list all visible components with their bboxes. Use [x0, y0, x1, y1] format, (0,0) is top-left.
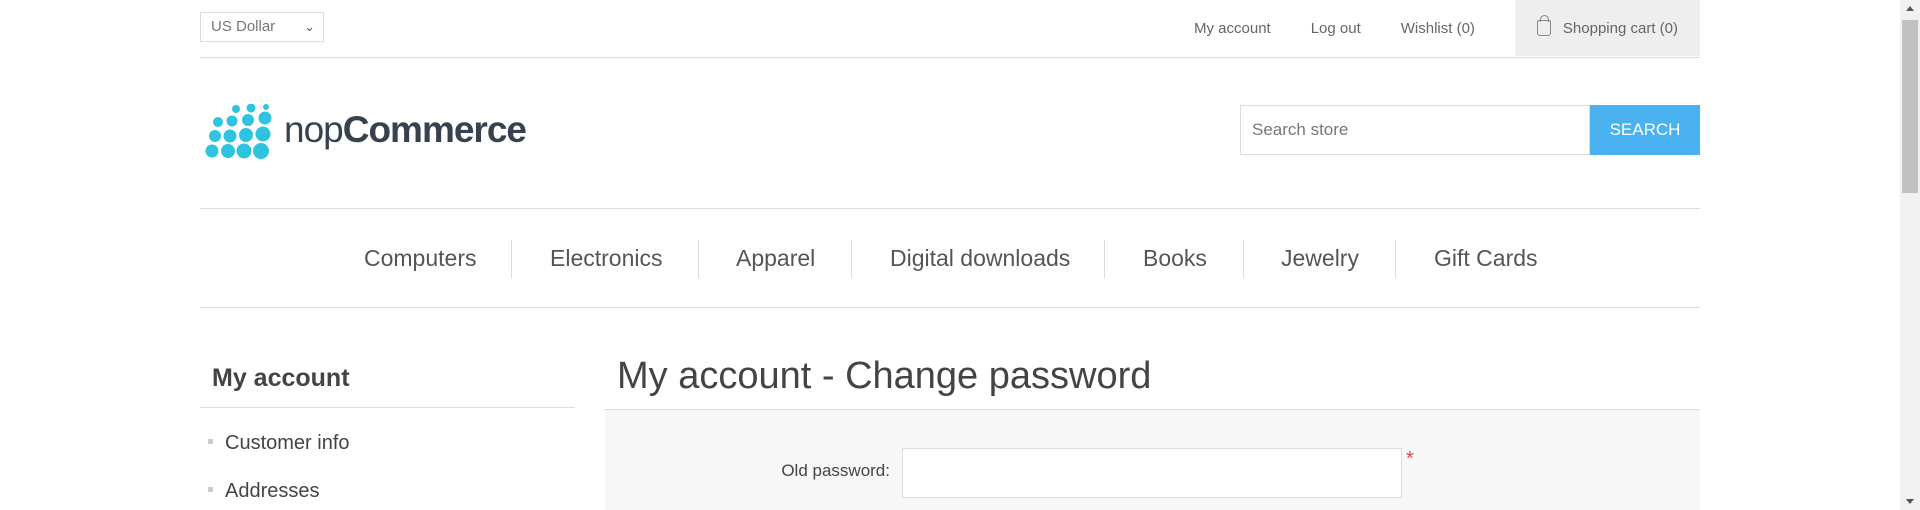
scroll-down-arrow-icon[interactable]: [1906, 499, 1914, 504]
sidebar-item-label: Customer info: [225, 432, 350, 454]
currency-select[interactable]: US Dollar ⌄: [200, 12, 324, 42]
menu-item-apparel[interactable]: Apparel: [736, 209, 815, 309]
scroll-up-arrow-icon[interactable]: [1906, 6, 1914, 11]
logo-text-bold: Commerce: [342, 109, 527, 150]
menu-item-jewelry[interactable]: Jewelry: [1281, 209, 1359, 309]
logo-dots-icon: [205, 104, 272, 159]
chevron-down-icon: ⌄: [304, 19, 315, 34]
search-button[interactable]: SEARCH: [1590, 105, 1700, 155]
sidebar-item-label: Addresses: [225, 480, 320, 502]
header-upper: US Dollar ⌄ My account Log out Wishlist …: [200, 0, 1700, 58]
cart-icon: [1536, 15, 1551, 36]
menu-item-gift-cards[interactable]: Gift Cards: [1434, 209, 1538, 309]
currency-value: US Dollar: [211, 18, 276, 35]
menu-divider: [1243, 240, 1244, 278]
bullet-icon: [208, 487, 213, 493]
menu-item-electronics[interactable]: Electronics: [550, 209, 662, 309]
menu-divider: [511, 240, 512, 278]
menu-divider: [1104, 240, 1105, 278]
menu-divider: [1395, 240, 1396, 278]
search-input[interactable]: [1240, 105, 1590, 155]
bullet-icon: [208, 439, 213, 445]
header-links: My account Log out Wishlist (0) Shopping…: [1194, 0, 1700, 56]
log-out-link[interactable]: Log out: [1311, 20, 1361, 37]
page-title: My account - Change password: [605, 352, 1700, 410]
old-password-input[interactable]: [902, 448, 1402, 498]
logo-text-light: nop: [284, 109, 344, 150]
shopping-cart-label: Shopping cart (0): [1562, 19, 1678, 37]
menu-item-books[interactable]: Books: [1143, 209, 1207, 309]
page-scrollbar[interactable]: [1900, 0, 1920, 510]
top-menu: Computers Electronics Apparel Digital do…: [200, 208, 1700, 308]
old-password-label: Old password:: [781, 461, 890, 480]
logo-text: nopCommerce: [284, 109, 527, 151]
required-mark: *: [1406, 448, 1414, 470]
store-logo[interactable]: nopCommerce: [202, 104, 527, 160]
scrollbar-thumb[interactable]: [1902, 20, 1918, 193]
menu-divider: [698, 240, 699, 278]
sidebar-item-addresses[interactable]: Addresses: [208, 480, 320, 503]
menu-divider: [851, 240, 852, 278]
menu-item-computers[interactable]: Computers: [364, 209, 476, 309]
sidebar-item-customer-info[interactable]: Customer info: [208, 432, 350, 455]
wishlist-link[interactable]: Wishlist (0): [1401, 20, 1475, 37]
sidebar-title: My account: [200, 356, 575, 408]
menu-item-digital-downloads[interactable]: Digital downloads: [890, 209, 1070, 309]
shopping-cart-link[interactable]: Shopping cart (0): [1514, 0, 1700, 56]
my-account-link[interactable]: My account: [1194, 20, 1271, 37]
